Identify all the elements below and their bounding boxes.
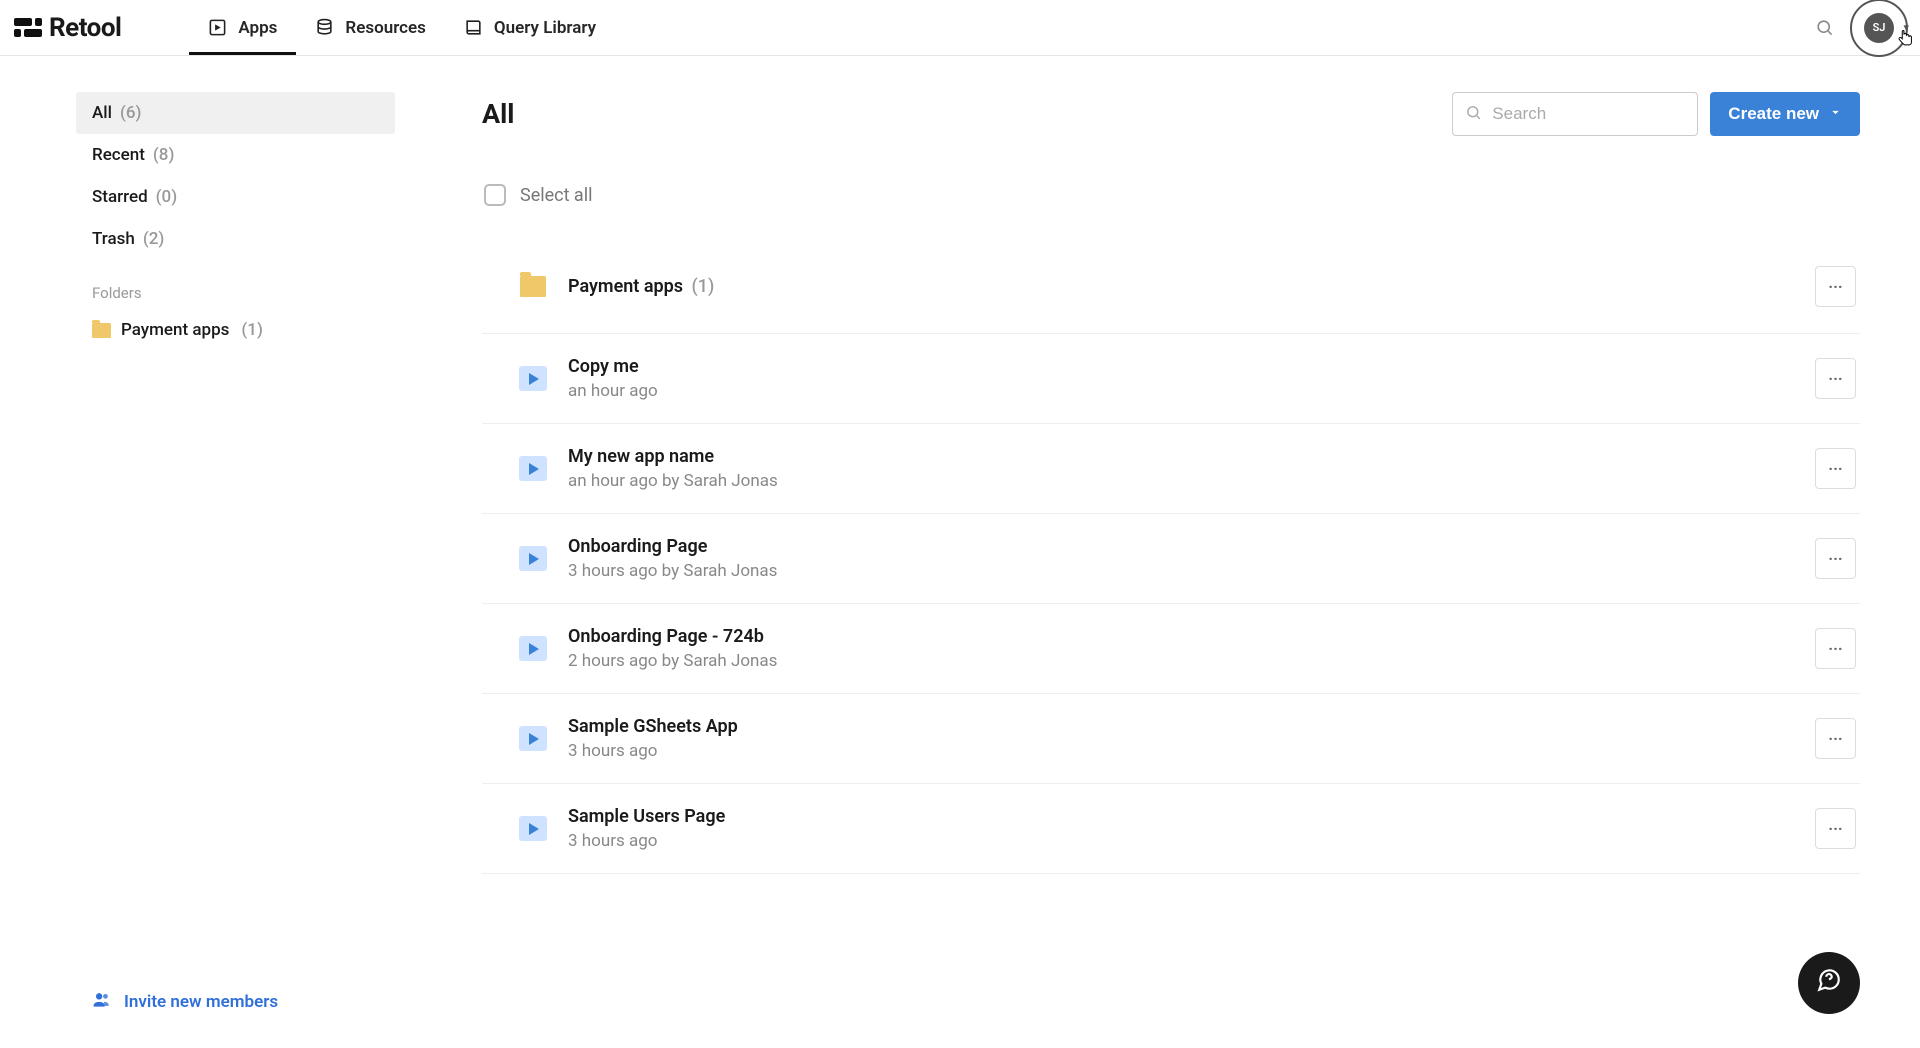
- item-name: Copy me: [568, 356, 639, 377]
- app-icon: [519, 366, 547, 391]
- sidebar-folder-count: (1): [241, 320, 263, 340]
- app-icon: [519, 636, 547, 661]
- list-item-app[interactable]: Onboarding Page - 724b 2 hours ago by Sa…: [482, 604, 1860, 694]
- item-more-button[interactable]: ···: [1815, 718, 1856, 759]
- select-all-label: Select all: [520, 185, 592, 206]
- select-all[interactable]: Select all: [482, 184, 1860, 206]
- cursor-hand-icon: [1896, 28, 1916, 53]
- search-input[interactable]: [1492, 104, 1685, 124]
- item-name: Sample GSheets App: [568, 716, 738, 737]
- sidebar-filter-count: (6): [120, 103, 142, 123]
- sidebar-filter-label: Recent: [92, 145, 145, 165]
- select-all-checkbox[interactable]: [484, 184, 506, 206]
- sidebar-filter-trash[interactable]: Trash (2): [76, 218, 395, 260]
- nav-resources-label: Resources: [345, 18, 426, 38]
- logo[interactable]: Retool: [14, 13, 121, 43]
- sidebar-filter-recent[interactable]: Recent (8): [76, 134, 395, 176]
- create-new-button[interactable]: Create new: [1710, 92, 1860, 136]
- users-icon: [92, 990, 111, 1014]
- list-item-folder[interactable]: Payment apps (1) ···: [482, 240, 1860, 334]
- sidebar-folder-label: Payment apps: [121, 320, 229, 340]
- item-count: (1): [691, 276, 714, 297]
- top-nav: Retool Apps Resources Query Library: [0, 0, 1920, 56]
- logo-text: Retool: [49, 13, 121, 43]
- app-icon: [519, 726, 547, 751]
- avatar: SJ: [1864, 13, 1894, 43]
- sidebar-folder-payment-apps[interactable]: Payment apps (1): [76, 310, 395, 350]
- help-button[interactable]: [1798, 952, 1860, 1014]
- item-name: Sample Users Page: [568, 806, 725, 827]
- item-list: Payment apps (1) ··· Copy me an hour ago…: [482, 240, 1860, 874]
- list-item-app[interactable]: Copy me an hour ago ···: [482, 334, 1860, 424]
- search-icon: [1465, 104, 1482, 125]
- item-more-button[interactable]: ···: [1815, 266, 1856, 307]
- chevron-down-icon: [1829, 104, 1842, 124]
- item-sub: an hour ago by Sarah Jonas: [568, 471, 778, 491]
- main-content: All Create new Select all: [470, 56, 1920, 1048]
- page-title: All: [482, 98, 514, 130]
- sidebar-filter-label: All: [92, 103, 112, 123]
- book-icon: [464, 18, 483, 37]
- nav-apps[interactable]: Apps: [189, 0, 296, 55]
- item-sub: an hour ago: [568, 381, 658, 401]
- sidebar: All (6) Recent (8) Starred (0) Trash (2)…: [0, 56, 470, 1048]
- app-icon: [519, 816, 547, 841]
- list-item-app[interactable]: Onboarding Page 3 hours ago by Sarah Jon…: [482, 514, 1860, 604]
- sidebar-filter-label: Starred: [92, 187, 148, 207]
- user-menu[interactable]: SJ ▾: [1850, 0, 1908, 57]
- item-name: Onboarding Page - 724b: [568, 626, 764, 647]
- logo-mark-icon: [14, 18, 42, 37]
- list-item-app[interactable]: Sample GSheets App 3 hours ago ···: [482, 694, 1860, 784]
- folder-icon: [92, 323, 111, 338]
- search-box[interactable]: [1452, 92, 1698, 136]
- nav-query-library[interactable]: Query Library: [445, 0, 615, 55]
- item-name: Payment apps: [568, 276, 683, 297]
- sidebar-filter-count: (2): [143, 229, 165, 249]
- sidebar-filter-starred[interactable]: Starred (0): [76, 176, 395, 218]
- sidebar-filter-all[interactable]: All (6): [76, 92, 395, 134]
- folder-icon: [520, 276, 546, 297]
- item-name: Onboarding Page: [568, 536, 707, 557]
- app-icon: [519, 546, 547, 571]
- list-item-app[interactable]: My new app name an hour ago by Sarah Jon…: [482, 424, 1860, 514]
- item-sub: 3 hours ago by Sarah Jonas: [568, 561, 777, 581]
- avatar-initials: SJ: [1873, 21, 1886, 34]
- nav-apps-label: Apps: [238, 18, 277, 38]
- invite-members-label: Invite new members: [124, 992, 278, 1012]
- nav-items: Apps Resources Query Library: [189, 0, 615, 55]
- item-more-button[interactable]: ···: [1815, 538, 1856, 579]
- global-search-button[interactable]: [1815, 18, 1834, 37]
- sidebar-filter-count: (0): [156, 187, 178, 207]
- item-sub: 3 hours ago: [568, 741, 738, 761]
- item-sub: 2 hours ago by Sarah Jonas: [568, 651, 777, 671]
- item-more-button[interactable]: ···: [1815, 358, 1856, 399]
- create-new-label: Create new: [1728, 104, 1819, 124]
- nav-resources[interactable]: Resources: [296, 0, 445, 55]
- list-item-app[interactable]: Sample Users Page 3 hours ago ···: [482, 784, 1860, 874]
- sidebar-folders-heading: Folders: [76, 260, 395, 310]
- nav-right: SJ ▾: [1815, 0, 1908, 57]
- item-more-button[interactable]: ···: [1815, 448, 1856, 489]
- item-more-button[interactable]: ···: [1815, 628, 1856, 669]
- invite-members-button[interactable]: Invite new members: [76, 980, 395, 1024]
- apps-icon: [208, 18, 227, 37]
- item-sub: 3 hours ago: [568, 831, 725, 851]
- item-more-button[interactable]: ···: [1815, 808, 1856, 849]
- item-name: My new app name: [568, 446, 714, 467]
- sidebar-filter-count: (8): [153, 145, 175, 165]
- nav-query-library-label: Query Library: [494, 18, 596, 38]
- help-icon: [1816, 967, 1842, 999]
- sidebar-filter-label: Trash: [92, 229, 135, 249]
- app-icon: [519, 456, 547, 481]
- database-icon: [315, 18, 334, 37]
